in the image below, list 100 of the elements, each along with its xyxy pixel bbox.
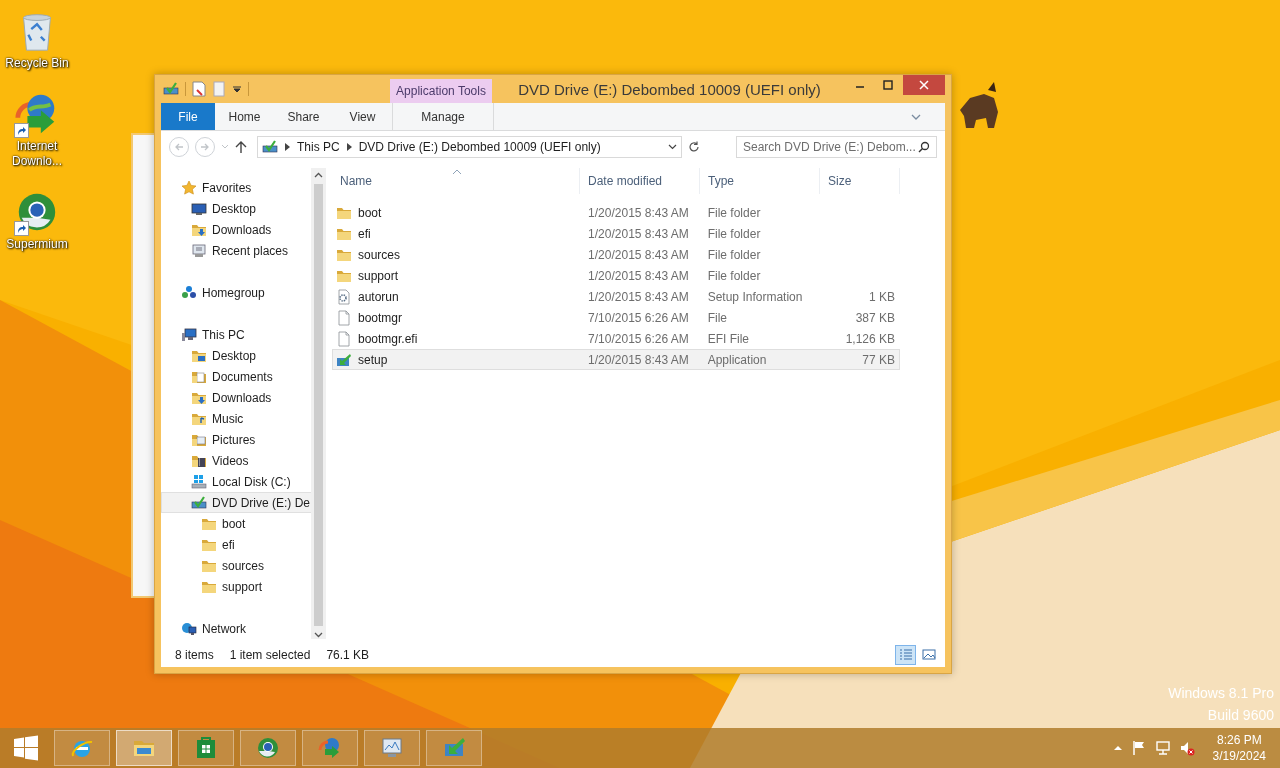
file-name: autorun bbox=[358, 289, 399, 304]
large-icons-view-icon bbox=[920, 647, 937, 663]
file-type: Setup Information bbox=[707, 289, 803, 304]
settings-file-icon bbox=[336, 288, 352, 305]
nav-item[interactable]: Recent places bbox=[161, 240, 311, 261]
window-title: DVD Drive (E:) Debombed 10009 (UEFI only) bbox=[517, 80, 822, 98]
file-icon bbox=[336, 309, 352, 326]
clock-date: 3/19/2024 bbox=[1212, 748, 1266, 764]
details-view-icon bbox=[897, 647, 914, 663]
nav-item[interactable]: Music bbox=[161, 408, 311, 429]
refresh-icon[interactable] bbox=[688, 141, 700, 153]
disk-drive-icon bbox=[191, 473, 207, 490]
taskbar-button[interactable] bbox=[240, 730, 296, 766]
ribbon-tab[interactable]: Manage bbox=[392, 103, 494, 130]
forward-arrow-icon bbox=[200, 142, 210, 152]
nav-item[interactable]: Downloads bbox=[161, 219, 311, 240]
selection-size: 76.1 KB bbox=[326, 648, 370, 662]
caret-icon[interactable] bbox=[221, 144, 229, 150]
taskbar-button[interactable] bbox=[426, 730, 482, 766]
ribbon-tab[interactable]: View bbox=[333, 103, 392, 130]
column-header[interactable]: Size bbox=[820, 168, 900, 194]
file-type: File folder bbox=[707, 205, 761, 220]
file-menu-tab[interactable]: File bbox=[161, 103, 215, 130]
monitor-icon bbox=[191, 200, 207, 217]
close-button[interactable] bbox=[903, 75, 945, 95]
file-row[interactable]: setup 1/20/2015 8:43 AM Application 77 KB bbox=[332, 349, 900, 370]
nav-item[interactable]: This PC bbox=[161, 324, 311, 345]
file-type: EFI File bbox=[707, 331, 750, 346]
file-size: 387 KB bbox=[855, 310, 895, 325]
dropdown-icon[interactable] bbox=[668, 144, 677, 150]
breadcrumb[interactable]: This PC bbox=[297, 140, 340, 154]
item-count: 8 items bbox=[175, 648, 214, 662]
recent-places-icon bbox=[191, 242, 207, 259]
taskbar-button[interactable] bbox=[178, 730, 234, 766]
file-row[interactable]: boot 1/20/2015 8:43 AM File folder bbox=[332, 202, 900, 223]
breadcrumb[interactable]: DVD Drive (E:) Debombed 10009 (UEFI only) bbox=[358, 140, 601, 154]
selection-count: 1 item selected bbox=[229, 648, 311, 662]
file-size: 1,126 KB bbox=[845, 331, 895, 346]
flag-icon[interactable] bbox=[1130, 740, 1147, 756]
properties-icon[interactable] bbox=[192, 81, 206, 97]
nav-item[interactable]: efi bbox=[161, 534, 311, 555]
taskbar-button[interactable] bbox=[302, 730, 358, 766]
scroll-up-icon[interactable] bbox=[314, 171, 323, 180]
monitor-icon bbox=[380, 736, 404, 760]
store-icon bbox=[194, 736, 218, 760]
nav-item[interactable]: Downloads bbox=[161, 387, 311, 408]
file-name: efi bbox=[358, 226, 371, 241]
ribbon-tab[interactable]: Home bbox=[215, 103, 274, 130]
taskbar-button[interactable] bbox=[116, 730, 172, 766]
close-icon bbox=[919, 80, 929, 90]
nav-item[interactable]: Favorites bbox=[161, 177, 311, 198]
dvd-drive-icon bbox=[262, 139, 278, 155]
nav-item[interactable]: Desktop bbox=[161, 198, 311, 219]
setup-icon bbox=[336, 351, 352, 368]
scroll-down-icon[interactable] bbox=[314, 630, 323, 639]
nav-item[interactable]: Desktop bbox=[161, 345, 311, 366]
edition-text: Windows 8.1 Pro bbox=[1168, 684, 1274, 703]
nav-item[interactable]: Documents bbox=[161, 366, 311, 387]
nav-item[interactable]: Videos bbox=[161, 450, 311, 471]
chevron-icon[interactable] bbox=[285, 143, 290, 151]
column-header[interactable]: Type bbox=[700, 168, 820, 194]
file-row[interactable]: autorun 1/20/2015 8:43 AM Setup Information 1 KB bbox=[332, 286, 900, 307]
file-row[interactable]: support 1/20/2015 8:43 AM File folder bbox=[332, 265, 900, 286]
file-row[interactable]: sources 1/20/2015 8:43 AM File folder bbox=[332, 244, 900, 265]
nav-item[interactable]: support bbox=[161, 576, 311, 597]
nav-item[interactable]: Homegroup bbox=[161, 282, 311, 303]
nav-item[interactable]: boot bbox=[161, 513, 311, 534]
globe-arrow-icon bbox=[318, 736, 342, 760]
taskbar-button[interactable] bbox=[364, 730, 420, 766]
expand-ribbon-icon[interactable] bbox=[911, 113, 921, 120]
column-header[interactable]: Date modified bbox=[580, 168, 700, 194]
nav-item[interactable]: Local Disk (C:) bbox=[161, 471, 311, 492]
file-name: bootmgr bbox=[358, 310, 403, 325]
chevron-icon[interactable] bbox=[346, 143, 352, 151]
dvd-drive-icon bbox=[191, 494, 207, 511]
column-header[interactable]: Name bbox=[332, 168, 580, 194]
nav-item[interactable]: sources bbox=[161, 555, 311, 576]
muted-speaker-icon[interactable] bbox=[1178, 740, 1195, 756]
dropdown-icon[interactable] bbox=[232, 85, 242, 93]
address-bar[interactable]: This PC DVD Drive (E:) Debombed 10009 (UEFI only) bbox=[257, 136, 682, 158]
date-modified: 1/20/2015 8:43 AM bbox=[588, 352, 689, 367]
file-row[interactable]: efi 1/20/2015 8:43 AM File folder bbox=[332, 223, 900, 244]
file-row[interactable]: bootmgr 7/10/2015 6:26 AM File 387 KB bbox=[332, 307, 900, 328]
date-modified: 1/20/2015 8:43 AM bbox=[588, 226, 689, 241]
show-hidden-icons-icon[interactable] bbox=[1112, 744, 1123, 752]
dvd-drive-icon bbox=[163, 81, 179, 97]
date-modified: 1/20/2015 8:43 AM bbox=[588, 268, 689, 283]
nav-item[interactable]: DVD Drive (E:) De bbox=[161, 492, 311, 513]
up-arrow-icon[interactable] bbox=[235, 140, 247, 154]
file-row[interactable]: bootmgr.efi 7/10/2015 6:26 AM EFI File 1,126 KB bbox=[332, 328, 900, 349]
ribbon-tab[interactable]: Share bbox=[274, 103, 333, 130]
back-arrow-icon bbox=[174, 142, 184, 152]
search-field[interactable]: Search DVD Drive (E:) Debom... bbox=[736, 136, 937, 158]
date-modified: 1/20/2015 8:43 AM bbox=[588, 205, 689, 220]
browser-globe-icon bbox=[256, 736, 280, 760]
network-icon[interactable] bbox=[1154, 740, 1171, 756]
file-name: boot bbox=[358, 205, 382, 220]
nav-item[interactable]: Network bbox=[161, 618, 311, 639]
scrollbar[interactable] bbox=[311, 168, 326, 639]
nav-item[interactable]: Pictures bbox=[161, 429, 311, 450]
